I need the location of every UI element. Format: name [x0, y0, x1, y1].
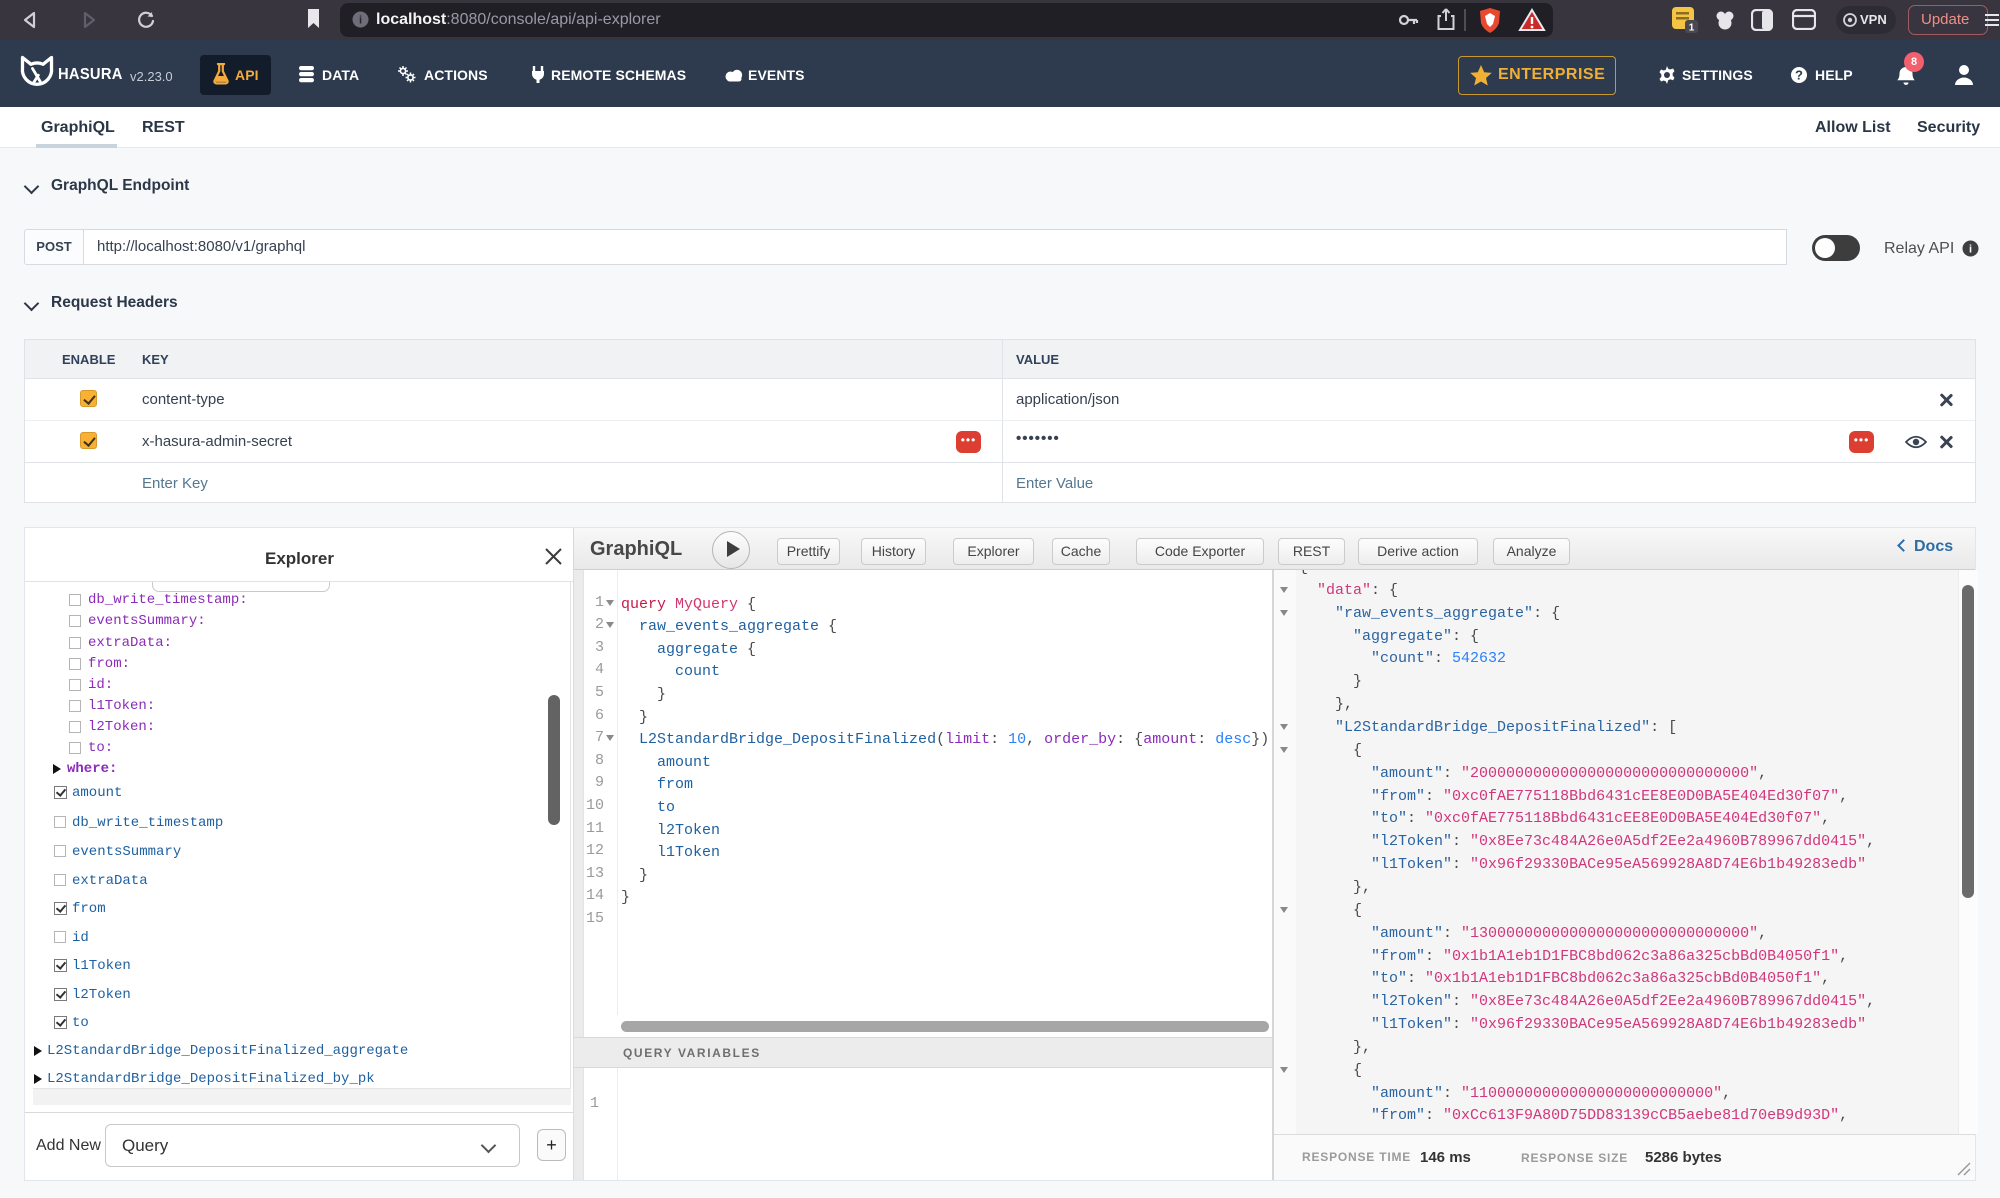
svg-text:i: i: [359, 15, 362, 27]
svg-text:1: 1: [1689, 23, 1695, 34]
svg-text:?: ?: [1795, 68, 1803, 83]
svg-text:i: i: [1969, 244, 1972, 256]
